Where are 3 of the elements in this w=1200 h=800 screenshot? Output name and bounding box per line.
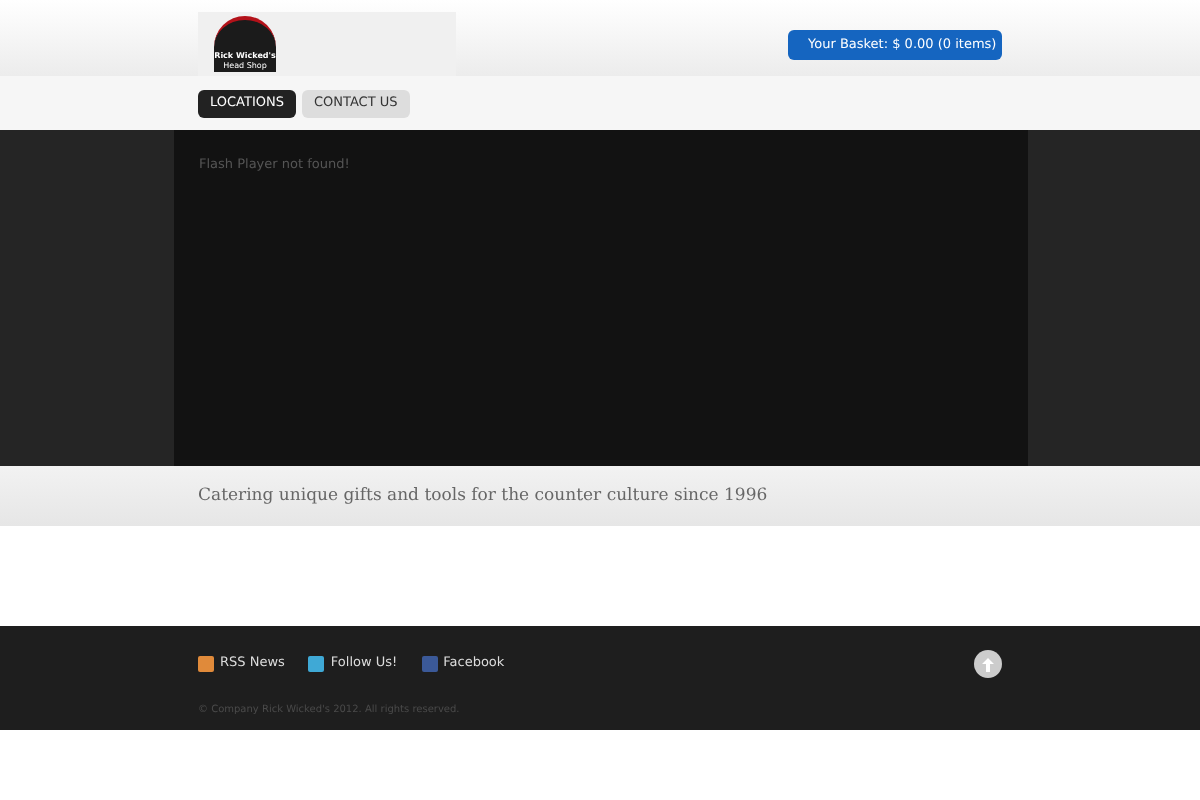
arrow-up-icon: [982, 657, 994, 671]
back-to-top-button[interactable]: [974, 650, 1002, 678]
tagline: Catering unique gifts and tools for the counter culture since 1996: [198, 483, 768, 509]
